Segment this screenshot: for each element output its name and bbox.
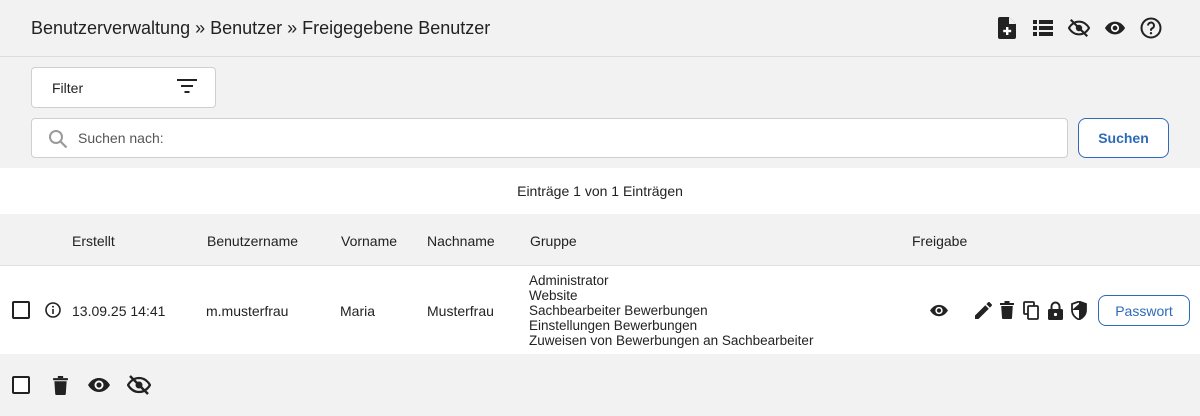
edit-icon[interactable]	[973, 300, 993, 320]
column-header-release[interactable]: Freigabe	[912, 233, 967, 249]
hidden-icon[interactable]	[1068, 17, 1090, 39]
cell-firstname: Maria	[340, 303, 376, 319]
new-document-icon[interactable]	[996, 17, 1018, 39]
cell-groups: Administrator Website Sachbearbeiter Bew…	[529, 273, 813, 348]
bulk-delete-icon[interactable]	[48, 374, 72, 396]
cell-lastname: Musterfrau	[427, 303, 494, 319]
search-icon	[48, 129, 68, 154]
filter-label: Filter	[52, 80, 84, 96]
breadcrumb: Benutzerverwaltung » Benutzer » Freigege…	[31, 18, 491, 38]
column-header-firstname[interactable]: Vorname	[341, 233, 397, 249]
row-actions	[973, 300, 1089, 320]
search-input[interactable]	[78, 119, 1058, 157]
group-item: Administrator	[529, 273, 609, 288]
group-item: Website	[529, 288, 578, 303]
filter-toggle[interactable]: Filter	[31, 67, 216, 108]
help-icon[interactable]	[1140, 17, 1162, 39]
table-header: Erstellt Benutzername Vorname Nachname G…	[0, 214, 1200, 266]
lock-icon[interactable]	[1045, 300, 1065, 320]
copy-icon[interactable]	[1021, 300, 1041, 320]
column-header-created[interactable]: Erstellt	[72, 233, 115, 249]
bulk-actions	[0, 354, 1200, 416]
info-icon[interactable]	[45, 302, 61, 321]
page-header: Benutzerverwaltung » Benutzer » Freigege…	[0, 0, 1200, 57]
bulk-hidden-icon[interactable]	[127, 374, 151, 396]
column-header-group[interactable]: Gruppe	[530, 233, 577, 249]
group-item: Sachbearbeiter Bewerbungen	[529, 303, 708, 318]
group-item: Einstellungen Bewerbungen	[529, 318, 698, 333]
table-row: 13.09.25 14:41 m.musterfrau Maria Muster…	[0, 266, 1200, 354]
search-button[interactable]: Suchen	[1078, 118, 1169, 158]
list-icon[interactable]	[1032, 17, 1054, 39]
password-button[interactable]: Passwort	[1098, 295, 1190, 326]
cell-username: m.musterfrau	[206, 303, 289, 319]
shield-icon[interactable]	[1069, 300, 1089, 320]
header-toolbar	[996, 17, 1162, 39]
column-header-lastname[interactable]: Nachname	[427, 233, 495, 249]
cell-created: 13.09.25 14:41	[72, 303, 166, 319]
release-visible-icon[interactable]	[929, 304, 949, 320]
bulk-visible-icon[interactable]	[87, 374, 111, 396]
select-all-checkbox[interactable]	[12, 376, 30, 394]
visible-icon[interactable]	[1104, 17, 1126, 39]
delete-icon[interactable]	[997, 300, 1017, 320]
group-item: Zuweisen von Bewerbungen an Sachbearbeit…	[529, 333, 814, 348]
filter-icon	[177, 78, 197, 99]
column-header-username[interactable]: Benutzername	[207, 233, 298, 249]
entries-info: Einträge 1 von 1 Einträgen	[0, 168, 1200, 214]
search-field	[31, 118, 1068, 158]
row-select-checkbox[interactable]	[12, 301, 30, 319]
